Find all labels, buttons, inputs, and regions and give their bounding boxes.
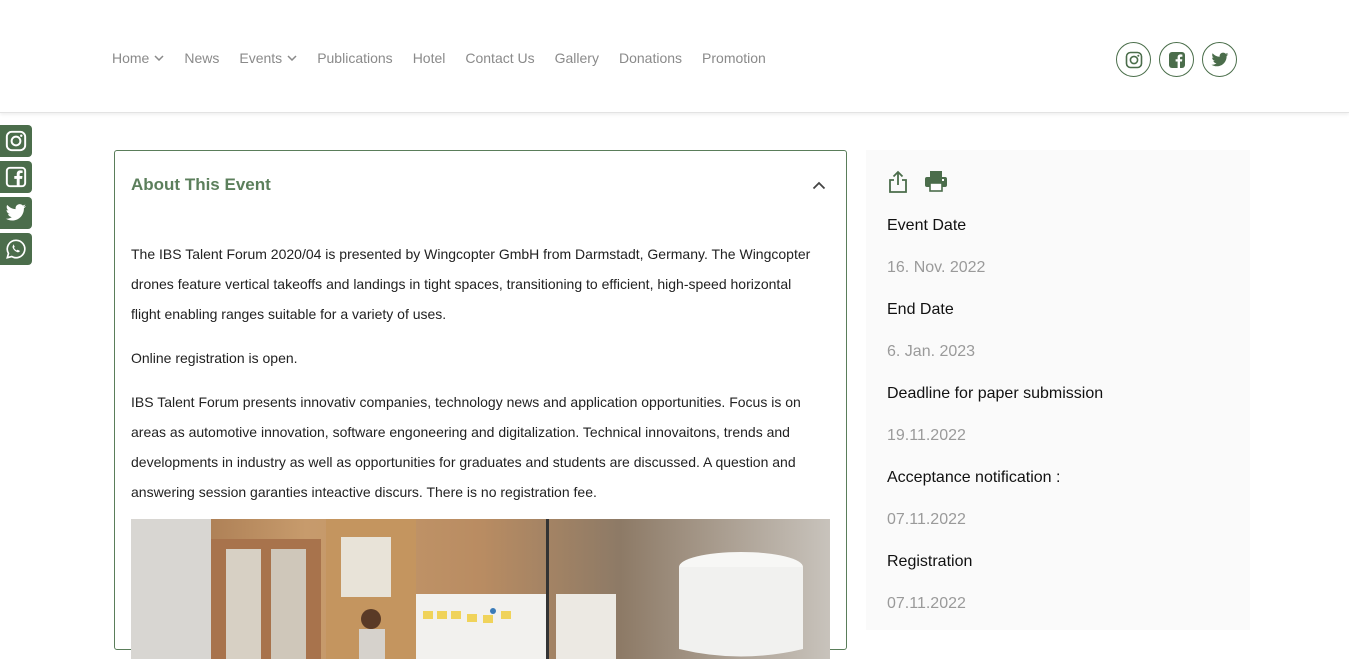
- paper-deadline-label: Deadline for paper submission: [887, 385, 1104, 402]
- header-social-links: [1116, 42, 1245, 77]
- end-date-label: End Date: [887, 301, 954, 318]
- nav-events-label: Events: [239, 50, 283, 66]
- chevron-down-icon: [287, 55, 297, 61]
- about-event-title: About This Event: [131, 175, 271, 194]
- about-paragraph: IBS Talent Forum presents innovativ comp…: [131, 394, 801, 500]
- print-icon: [925, 171, 947, 192]
- side-whatsapp-link[interactable]: [0, 233, 32, 265]
- side-social-rail: [0, 125, 32, 269]
- nav-promotion-label: Promotion: [702, 50, 766, 66]
- nav-hotel[interactable]: Hotel: [413, 50, 446, 66]
- nav-home-label: Home: [112, 50, 150, 66]
- facebook-link[interactable]: [1159, 42, 1194, 77]
- event-date-label: Event Date: [887, 217, 967, 234]
- about-paragraph: Online registration is open.: [131, 350, 298, 366]
- twitter-icon: [5, 204, 26, 221]
- registration-value: 07.11.2022: [887, 595, 966, 612]
- collapse-button[interactable]: [812, 177, 826, 195]
- share-button[interactable]: [888, 170, 908, 199]
- acceptance-notification-value: 07.11.2022: [887, 511, 966, 528]
- instagram-icon: [5, 130, 27, 152]
- event-photo: [131, 519, 830, 659]
- event-details-list: Event Date 16. Nov. 2022 End Date 6. Jan…: [887, 216, 1227, 636]
- twitter-icon: [1210, 52, 1228, 66]
- instagram-icon: [1125, 51, 1142, 68]
- about-event-panel: About This Event The IBS Talent Forum 20…: [114, 150, 847, 659]
- about-event-body: The IBS Talent Forum 2020/04 is presente…: [131, 239, 815, 521]
- whatsapp-icon: [6, 239, 26, 259]
- side-facebook-link[interactable]: [0, 161, 32, 193]
- nav-promotion[interactable]: Promotion: [702, 50, 766, 66]
- nav-publications[interactable]: Publications: [317, 50, 393, 66]
- main-nav: Home News Events Publications Hotel Cont…: [112, 50, 786, 66]
- facebook-icon: [1168, 51, 1185, 68]
- nav-gallery-label: Gallery: [554, 50, 599, 66]
- event-date-value: 16. Nov. 2022: [887, 259, 986, 276]
- about-paragraph: The IBS Talent Forum 2020/04 is presente…: [131, 246, 811, 322]
- chevron-up-icon: [812, 181, 826, 190]
- end-date-value: 6. Jan. 2023: [887, 343, 976, 360]
- nav-donations[interactable]: Donations: [619, 50, 682, 66]
- nav-donations-label: Donations: [618, 50, 683, 66]
- acceptance-notification-label: Acceptance notification :: [887, 469, 1061, 486]
- nav-news-label: News: [184, 50, 220, 66]
- info-toolbar: [888, 170, 964, 199]
- twitter-link[interactable]: [1202, 42, 1237, 77]
- side-twitter-link[interactable]: [0, 197, 32, 229]
- nav-hotel-label: Hotel: [412, 50, 446, 66]
- event-info-panel: Event Date 16. Nov. 2022 End Date 6. Jan…: [866, 150, 1250, 630]
- facebook-icon: [5, 166, 27, 188]
- side-instagram-link[interactable]: [0, 125, 32, 157]
- paper-deadline-value: 19.11.2022: [887, 427, 966, 444]
- nav-publications-label: Publications: [317, 50, 393, 66]
- nav-contact-us-label: Contact Us: [465, 50, 535, 66]
- registration-label: Registration: [887, 553, 973, 570]
- nav-news[interactable]: News: [184, 50, 219, 66]
- nav-home[interactable]: Home: [112, 50, 164, 66]
- print-button[interactable]: [924, 170, 948, 199]
- share-icon: [889, 170, 907, 193]
- site-header: Home News Events Publications Hotel Cont…: [0, 0, 1349, 113]
- nav-gallery[interactable]: Gallery: [555, 50, 599, 66]
- chevron-down-icon: [154, 55, 164, 61]
- instagram-link[interactable]: [1116, 42, 1151, 77]
- nav-contact-us[interactable]: Contact Us: [465, 50, 534, 66]
- nav-events[interactable]: Events: [239, 50, 297, 66]
